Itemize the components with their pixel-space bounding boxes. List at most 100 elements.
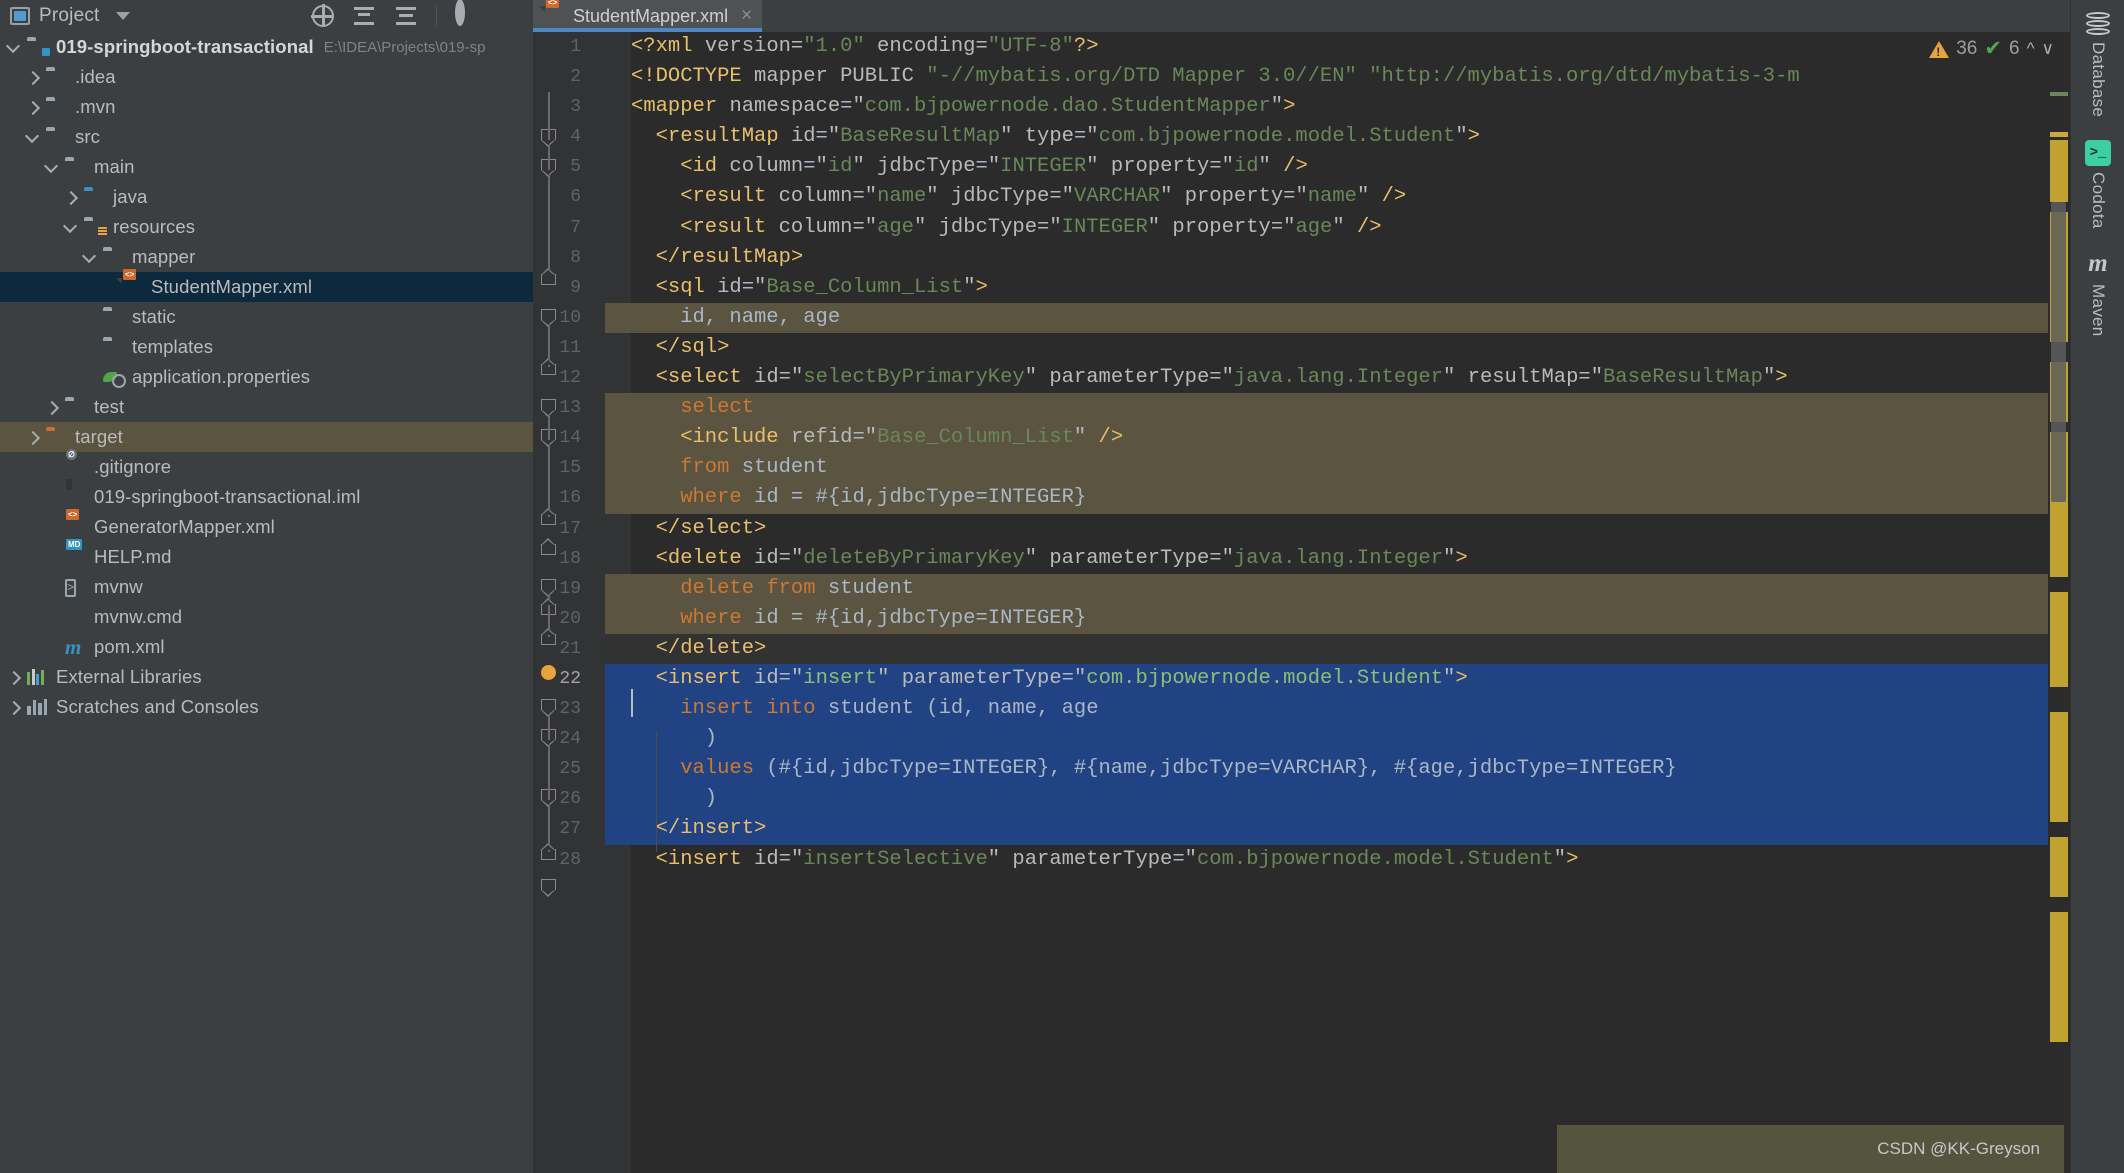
code-line[interactable]: 28 <insert id="insertSelective" parameter… [533,845,2070,875]
code-line[interactable]: 22 <insert id="insert" parameterType="com… [533,663,2070,695]
code-line[interactable]: 8 </resultMap> [533,243,2070,273]
code-text: <sql id="Base_Column_List"> [655,275,988,299]
editor-tab-studentmapper-xml[interactable]: <> StudentMapper.xml × [533,0,763,32]
code-line[interactable]: 20 where id = #{id,jdbcType=INTEGER} [533,603,2070,634]
close-icon[interactable]: × [741,5,752,27]
tree-item-idea[interactable]: .idea [0,62,533,92]
code-line[interactable]: 24) [533,724,2070,755]
chevron-right-icon[interactable] [27,72,38,83]
chevron-right-icon[interactable] [65,192,76,203]
code-line[interactable]: 5 <id column="id" jdbcType="INTEGER" prop… [533,152,2070,182]
sidebar-item-codota[interactable]: >_ Codota [2071,140,2124,229]
stripe-marker[interactable] [2050,912,2068,1042]
code-line[interactable]: 16 where id = #{id,jdbcType=INTEGER} [533,483,2070,514]
fold-marker-line28[interactable] [540,879,556,897]
tree-item-static[interactable]: static [0,302,533,332]
tree-item-external-libraries[interactable]: External Libraries [0,662,533,692]
stripe-marker[interactable] [2050,592,2068,687]
tree-item-019-springboot-transactional-iml[interactable]: 019-springboot-transactional.iml [0,479,533,512]
sidebar-item-database[interactable]: Database [2071,12,2124,117]
code-line[interactable]: 14 <include refid="Base_Column_List" /> [533,423,2070,454]
tree-item-src[interactable]: src [0,122,533,152]
chevron-right-icon[interactable] [27,432,38,443]
tree-item-templates[interactable]: templates [0,332,533,362]
chevron-up-icon[interactable]: ^ [2027,39,2035,59]
code-line[interactable]: 6 <result column="name" jdbcType="VARCHAR… [533,182,2070,212]
stripe-marker[interactable] [2050,140,2068,202]
code-line[interactable]: 3 <mapper namespace="com.bjpowernode.dao.… [533,92,2070,122]
tree-item-mvnw[interactable]: > mvnw [0,572,533,602]
tree-item-mapper[interactable]: mapper [0,242,533,272]
code-line[interactable]: 19 delete from student [533,573,2070,604]
tree-item-studentmapper-xml[interactable]: <> StudentMapper.xml [0,269,533,302]
fold-marker-line9[interactable] [540,309,556,327]
chevron-down-icon[interactable] [27,132,38,143]
tree-item-main[interactable]: main [0,152,533,182]
locate-icon[interactable] [311,4,334,27]
chevron-down-icon[interactable] [65,222,76,233]
code-line[interactable]: 27 </insert> [533,814,2070,845]
tree-item-mvn[interactable]: .mvn [0,92,533,122]
expand-all-icon[interactable] [394,4,418,28]
code-line[interactable]: 26) [533,784,2070,815]
chevron-down-icon[interactable] [115,12,130,20]
code-lines[interactable]: 1 <?xml version="1.0" encoding="UTF-8"?> 2… [533,32,2070,875]
chevron-down-icon[interactable] [46,162,57,173]
hide-icon[interactable] [497,4,521,28]
code-line[interactable]: 17 </select> [533,514,2070,544]
fold-marker-line12[interactable] [540,399,556,417]
inspection-widget[interactable]: 36 ✔ 6 ^ ∨ [1929,38,2054,60]
tree-item-mvnw-cmd[interactable]: mvnw.cmd [0,602,533,632]
code-line[interactable]: 9 <sql id="Base_Column_List"> [533,273,2070,303]
tree-row-root[interactable]: 019-springboot-transactional E:\IDEA\Pro… [0,32,533,62]
tree-item-test[interactable]: test [0,392,533,422]
sidebar-item-maven[interactable]: m Maven [2071,250,2124,337]
project-tree[interactable]: 019-springboot-transactional E:\IDEA\Pro… [0,32,533,1173]
fold-marker-line8[interactable] [540,267,556,285]
fold-marker-line18[interactable] [540,579,556,597]
settings-icon[interactable] [455,0,479,28]
code-line[interactable]: 10 id, name, age [533,302,2070,333]
collapse-all-icon[interactable] [352,4,376,28]
chevron-down-icon[interactable] [8,42,19,53]
chevron-right-icon[interactable] [8,702,19,713]
tree-item-java[interactable]: java [0,182,533,212]
code-line[interactable]: 18 <delete id="deleteByPrimaryKey" parame… [533,544,2070,574]
tree-item-gitignore[interactable]: ∅ .gitignore [0,449,533,482]
stripe-marker[interactable] [2050,712,2068,822]
fold-marker-line22[interactable] [540,699,556,717]
line-number: 15 [559,458,581,479]
stripe-marker[interactable] [2050,132,2068,137]
chevron-down-icon[interactable]: ∨ [2042,39,2054,59]
code-line[interactable]: 23 insert into student (id, name, age [533,694,2070,725]
stripe-marker[interactable] [2050,837,2068,897]
error-stripe-scrollbar[interactable] [2048,32,2070,1173]
tree-item-resources[interactable]: resources [0,212,533,242]
chevron-right-icon[interactable] [27,102,38,113]
code-line[interactable]: 15 from student [533,453,2070,484]
code-editor[interactable]: 1 <?xml version="1.0" encoding="UTF-8"?> 2… [533,32,2070,1173]
code-line[interactable]: 4 <resultMap id="BaseResultMap" type="com… [533,122,2070,152]
chevron-right-icon[interactable] [46,402,57,413]
code-line[interactable]: 21 </delete> [533,633,2070,664]
chevron-down-icon[interactable] [84,252,95,263]
tree-item-scratches-and-consoles[interactable]: Scratches and Consoles [0,692,533,722]
chevron-right-icon[interactable] [8,672,19,683]
code-line[interactable]: 1 <?xml version="1.0" encoding="UTF-8"?> [533,32,2070,62]
code-line[interactable]: 2 <!DOCTYPE mapper PUBLIC "-//mybatis.org… [533,62,2070,92]
tree-item-target[interactable]: target [0,422,533,452]
fold-marker-line17[interactable] [540,537,556,555]
tree-item-generatormapper-xml[interactable]: <> GeneratorMapper.xml [0,509,533,542]
tree-item-label: StudentMapper.xml [151,276,313,297]
tree-item-help-md[interactable]: MD HELP.md [0,539,533,572]
tree-item-pom-xml[interactable]: m pom.xml [0,632,533,662]
intention-bulb-icon[interactable] [541,665,556,680]
code-line[interactable]: 11 </sql> [533,333,2070,363]
stripe-marker[interactable] [2050,92,2068,96]
code-line[interactable]: 7 <result column="age" jdbcType="INTEGER"… [533,213,2070,243]
tree-item-application-properties[interactable]: application.properties [0,362,533,392]
code-line[interactable]: 12 <select id="selectByPrimaryKey" parame… [533,363,2070,393]
scrollbar-thumb[interactable] [2051,202,2066,502]
code-line[interactable]: 13 select [533,393,2070,424]
code-line[interactable]: 25 values (#{id,jdbcType=INTEGER}, #{name… [533,754,2070,785]
